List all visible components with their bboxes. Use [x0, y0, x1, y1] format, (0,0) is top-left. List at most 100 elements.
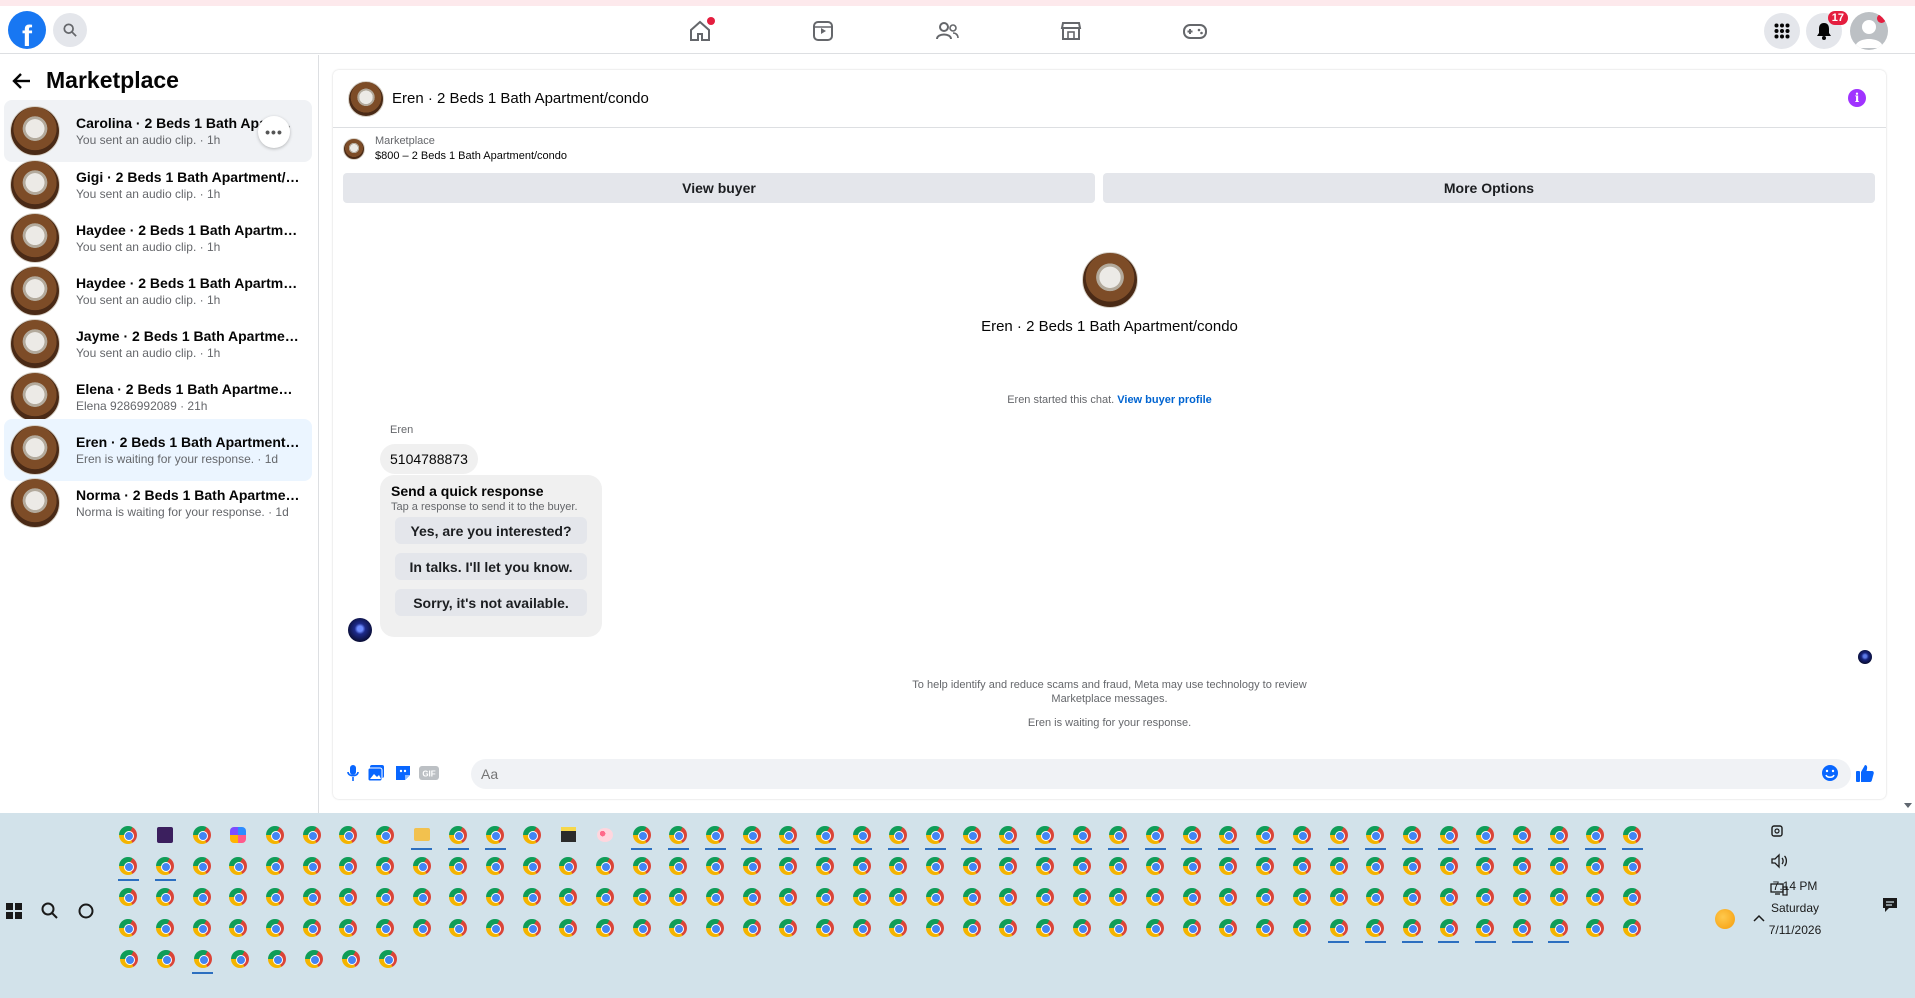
taskbar-app-button[interactable] [513, 881, 550, 912]
taskbar-app-button[interactable] [1577, 881, 1614, 912]
taskbar-app-button[interactable] [770, 819, 807, 850]
conversation-item[interactable]: Norma · 2 Beds 1 Bath Apartment/... Norma… [4, 472, 312, 534]
taskbar-app-button[interactable] [1430, 912, 1467, 943]
taskbar-app-button[interactable] [880, 881, 917, 912]
taskbar-app-button[interactable] [807, 819, 844, 850]
taskbar-app-button[interactable] [1100, 819, 1137, 850]
buyer-avatar[interactable] [348, 618, 372, 642]
taskbar-app-button[interactable] [1210, 850, 1247, 881]
taskbar-app-button[interactable] [293, 850, 330, 881]
page-scrollbar[interactable] [1901, 55, 1915, 813]
taskbar-app-button[interactable] [1247, 850, 1284, 881]
taskbar-app-button[interactable] [330, 819, 367, 850]
view-buyer-profile-link[interactable]: View buyer profile [1117, 394, 1212, 406]
taskbar-app-button[interactable] [147, 819, 184, 850]
taskbar-app-button[interactable] [1394, 912, 1431, 943]
taskbar-app-button[interactable] [1577, 912, 1614, 943]
taskbar-app-button[interactable] [477, 912, 514, 943]
taskbar-app-button[interactable] [1247, 881, 1284, 912]
taskbar-app-button[interactable] [367, 881, 404, 912]
notifications-button[interactable]: 17 [1806, 11, 1848, 49]
taskbar-app-button[interactable] [1027, 819, 1064, 850]
taskbar-app-button[interactable] [183, 850, 220, 881]
taskbar-app-button[interactable] [733, 850, 770, 881]
taskbar-app-button[interactable] [330, 850, 367, 881]
taskbar-app-button[interactable] [220, 912, 257, 943]
taskbar-app-button[interactable] [184, 943, 221, 974]
taskbar-app-button[interactable] [183, 912, 220, 943]
taskbar-app-button[interactable] [1027, 881, 1064, 912]
home-nav-button[interactable] [685, 16, 715, 46]
taskbar-app-button[interactable] [1504, 850, 1541, 881]
cortana-icon[interactable] [77, 902, 95, 920]
taskbar-app-button[interactable] [403, 850, 440, 881]
taskbar-app-button[interactable] [1540, 819, 1577, 850]
taskbar-app-button[interactable] [440, 850, 477, 881]
taskbar-app-button[interactable] [1540, 850, 1577, 881]
photo-icon[interactable] [366, 763, 386, 783]
taskbar-app-button[interactable] [1320, 819, 1357, 850]
taskbar-app-button[interactable] [1173, 912, 1210, 943]
listing-price-title[interactable]: $800 – 2 Beds 1 Bath Apartment/condo [375, 148, 567, 164]
taskbar-app-button[interactable] [1394, 819, 1431, 850]
marketplace-nav-button[interactable] [1056, 16, 1086, 46]
taskbar-app-button[interactable] [953, 850, 990, 881]
taskbar-app-button[interactable] [660, 850, 697, 881]
taskbar-app-button[interactable] [183, 819, 220, 850]
taskbar-app-button[interactable] [1430, 850, 1467, 881]
taskbar-app-button[interactable] [623, 912, 660, 943]
taskbar-app-button[interactable] [843, 850, 880, 881]
taskbar-app-button[interactable] [917, 912, 954, 943]
taskbar-app-button[interactable] [1467, 850, 1504, 881]
taskbar-app-button[interactable] [183, 881, 220, 912]
more-options-button[interactable]: More Options [1103, 173, 1875, 203]
taskbar-app-button[interactable] [147, 850, 184, 881]
facebook-logo[interactable]: f [8, 11, 46, 49]
taskbar-app-button[interactable] [403, 819, 440, 850]
taskbar-app-button[interactable] [587, 819, 624, 850]
taskbar-app-button[interactable] [917, 819, 954, 850]
taskbar-app-button[interactable] [330, 881, 367, 912]
taskbar-app-button[interactable] [697, 850, 734, 881]
taskbar-app-button[interactable] [513, 850, 550, 881]
taskbar-app-button[interactable] [1504, 819, 1541, 850]
taskbar-app-button[interactable] [733, 912, 770, 943]
quick-response-option[interactable]: Yes, are you interested? [395, 517, 587, 544]
taskbar-app-button[interactable] [623, 819, 660, 850]
taskbar-app-button[interactable] [110, 819, 147, 850]
taskbar-app-button[interactable] [550, 881, 587, 912]
taskbar-app-button[interactable] [697, 881, 734, 912]
emoji-icon[interactable] [1820, 763, 1840, 783]
search-icon[interactable] [41, 902, 59, 920]
taskbar-app-button[interactable] [1577, 850, 1614, 881]
taskbar-app-button[interactable] [953, 881, 990, 912]
taskbar-app-button[interactable] [110, 881, 147, 912]
taskbar-app-button[interactable] [1540, 912, 1577, 943]
taskbar-app-button[interactable] [1430, 819, 1467, 850]
system-clock[interactable]: 7:14 PM Saturday 7/11/2026 [1755, 875, 1835, 941]
taskbar-app-button[interactable] [403, 881, 440, 912]
taskbar-app-button[interactable] [1467, 912, 1504, 943]
taskbar-app-button[interactable] [697, 912, 734, 943]
taskbar-app-button[interactable] [440, 881, 477, 912]
taskbar-app-button[interactable] [1063, 881, 1100, 912]
taskbar-app-button[interactable] [1137, 850, 1174, 881]
taskbar-app-button[interactable] [587, 881, 624, 912]
taskbar-app-button[interactable] [293, 912, 330, 943]
taskbar-app-button[interactable] [221, 943, 258, 974]
taskbar-app-button[interactable] [477, 819, 514, 850]
taskbar-app-button[interactable] [147, 943, 184, 974]
taskbar-app-button[interactable] [770, 881, 807, 912]
taskbar-app-button[interactable] [367, 850, 404, 881]
microphone-icon[interactable] [343, 763, 363, 783]
taskbar-app-button[interactable] [550, 912, 587, 943]
sticker-icon[interactable] [393, 763, 413, 783]
taskbar-app-button[interactable] [147, 881, 184, 912]
taskbar-app-button[interactable] [1173, 881, 1210, 912]
taskbar-app-button[interactable] [1614, 912, 1651, 943]
taskbar-app-button[interactable] [587, 850, 624, 881]
taskbar-app-button[interactable] [1284, 912, 1321, 943]
taskbar-app-button[interactable] [623, 850, 660, 881]
view-buyer-button[interactable]: View buyer [343, 173, 1095, 203]
taskbar-app-button[interactable] [403, 912, 440, 943]
